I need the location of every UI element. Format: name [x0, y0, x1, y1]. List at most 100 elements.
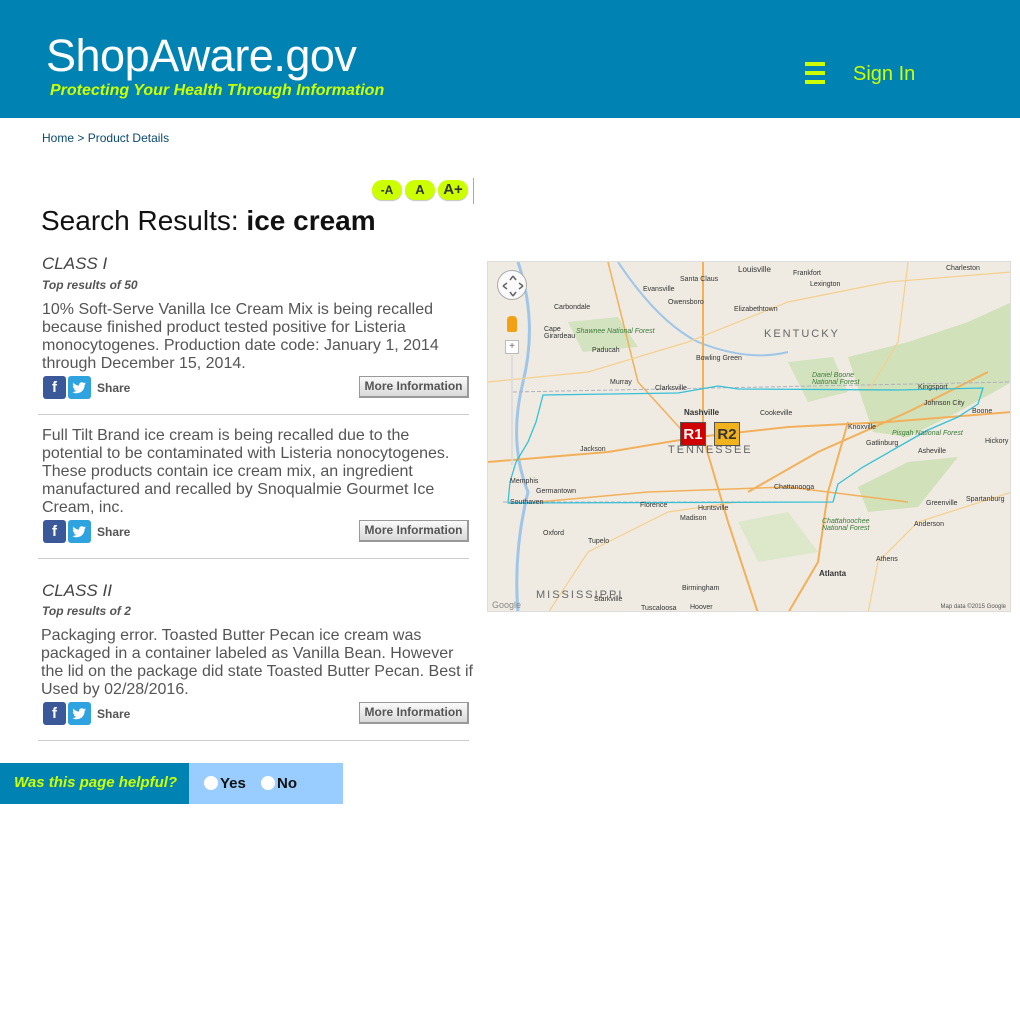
map-park-label: Pisgah National Forest [892, 430, 963, 437]
map-city-label: Murray [610, 379, 632, 386]
more-information-button[interactable]: More Information [359, 376, 469, 398]
recall-map[interactable]: Louisville Frankfort Lexington Charlesto… [487, 261, 1011, 612]
map-city-label: Madison [680, 515, 707, 522]
map-state-label: MISSISSIPPI [536, 589, 624, 601]
map-city-label: Evansville [643, 286, 675, 293]
recall-share-row: f Share More Information [43, 376, 469, 400]
sign-in-link[interactable]: Sign In [853, 63, 915, 86]
more-information-button[interactable]: More Information [359, 702, 469, 724]
map-city-label: Chattanooga [774, 484, 815, 491]
map-city-label: Huntsville [698, 505, 729, 512]
map-city-label: Owensboro [668, 299, 704, 306]
breadcrumb-separator: > [77, 131, 85, 145]
map-city-label: Atlanta [819, 569, 847, 578]
recall-share-row: f Share More Information [43, 520, 469, 544]
map-city-label: Athens [876, 556, 898, 563]
class-i-heading: CLASS I [42, 254, 108, 273]
map-city-label: Germantown [536, 488, 577, 495]
class-ii-heading: CLASS II [42, 581, 112, 600]
map-city-label: Florence [640, 502, 668, 509]
page-title: Search Results: ice cream [41, 205, 376, 237]
map-city-label: Spartanburg [966, 496, 1005, 503]
map-marker-r2[interactable]: R2 [714, 422, 740, 446]
class-i-result-count: Top results of 50 [42, 278, 138, 292]
map-city-label: Elizabethtown [734, 306, 778, 313]
map-city-label: Oxford [543, 530, 565, 537]
map-city-label: Kingsport [918, 384, 948, 391]
helpful-options: Yes No [189, 763, 343, 804]
map-city-label: Southaven [510, 499, 544, 506]
map-attribution[interactable]: Map data ©2015 Google [941, 604, 1006, 610]
map-city-label: Lexington [810, 281, 841, 288]
map-city-label: Boone [972, 408, 993, 415]
twitter-icon[interactable] [68, 520, 91, 543]
map-city-label: Asheville [918, 448, 947, 455]
font-decrease-button[interactable]: -A [372, 180, 402, 200]
site-logo-title[interactable]: ShopAware.gov [46, 30, 357, 82]
site-tagline: Protecting Your Health Through Informati… [50, 82, 385, 99]
map-city-label: Paducah [592, 347, 620, 354]
result-divider [38, 558, 469, 559]
helpful-yes-radio[interactable] [204, 776, 218, 790]
map-city-label: Greenville [926, 500, 958, 507]
facebook-icon[interactable]: f [43, 702, 66, 725]
recall-description: Packaging error. Toasted Butter Pecan ic… [41, 627, 473, 698]
breadcrumb-current[interactable]: Product Details [88, 131, 169, 145]
recall-description: 10% Soft-Serve Vanilla Ice Cream Mix is … [42, 301, 439, 372]
map-city-label: Hoover [690, 604, 713, 611]
twitter-icon[interactable] [68, 702, 91, 725]
map-base-graphic [488, 262, 1010, 611]
map-city-label: Nashville [684, 408, 720, 417]
map-city-label: Tupelo [588, 538, 610, 545]
hamburger-menu-icon[interactable] [805, 62, 825, 84]
map-pan-control-icon[interactable] [497, 270, 527, 300]
facebook-icon[interactable]: f [43, 376, 66, 399]
map-city-label: Anderson [914, 521, 944, 528]
font-normal-button[interactable]: A [405, 180, 435, 200]
map-logo: Google [492, 600, 522, 610]
share-label[interactable]: Share [97, 525, 130, 539]
map-city-label: Jackson [580, 446, 606, 453]
breadcrumb: Home > Product Details [42, 131, 169, 145]
map-park-label: Shawnee National Forest [576, 328, 655, 335]
search-results-label: Search Results: [41, 205, 239, 236]
helpful-yes-label[interactable]: Yes [220, 775, 246, 792]
share-label[interactable]: Share [97, 707, 130, 721]
map-city-label: Charleston [946, 265, 980, 272]
facebook-icon[interactable]: f [43, 520, 66, 543]
helpful-question: Was this page helpful? [0, 763, 189, 804]
breadcrumb-home[interactable]: Home [42, 131, 74, 145]
font-size-controls: -A A A+ [372, 178, 474, 204]
map-city-label: Clarksville [655, 385, 687, 392]
map-park-label: Chattahoochee National Forest [822, 518, 870, 532]
twitter-icon[interactable] [68, 376, 91, 399]
map-state-label: KENTUCKY [764, 328, 840, 340]
helpful-no-label[interactable]: No [277, 775, 297, 792]
more-information-button[interactable]: More Information [359, 520, 469, 542]
street-view-pegman-icon[interactable] [507, 316, 517, 332]
share-label[interactable]: Share [97, 381, 130, 395]
site-header: ShopAware.gov Protecting Your Health Thr… [0, 0, 1020, 118]
map-city-label: Tuscaloosa [641, 605, 677, 612]
map-city-label: Gatlinburg [866, 440, 899, 447]
search-query: ice cream [246, 205, 376, 236]
map-city-label: Birmingham [682, 585, 720, 592]
map-city-label: Louisville [738, 265, 771, 274]
font-increase-button[interactable]: A+ [438, 180, 468, 200]
map-city-label: Memphis [510, 478, 539, 485]
map-city-label: Carbondale [554, 304, 591, 311]
helpful-no-radio[interactable] [261, 776, 275, 790]
zoom-slider[interactable] [511, 355, 513, 465]
result-divider [38, 740, 469, 741]
map-marker-r1[interactable]: R1 [680, 422, 706, 446]
class-ii-result-count: Top results of 2 [42, 604, 131, 618]
recall-share-row: f Share More Information [43, 702, 469, 726]
map-city-label: Knoxville [848, 424, 877, 431]
recall-description: Full Tilt Brand ice cream is being recal… [42, 427, 450, 516]
zoom-in-button[interactable]: + [505, 340, 519, 354]
map-city-label: Hickory [985, 438, 1009, 445]
page-helpful-survey: Was this page helpful? Yes No [0, 763, 343, 804]
result-divider [38, 414, 469, 415]
map-city-label: Bowling Green [696, 355, 742, 362]
map-city-label: Cookeville [760, 410, 793, 417]
